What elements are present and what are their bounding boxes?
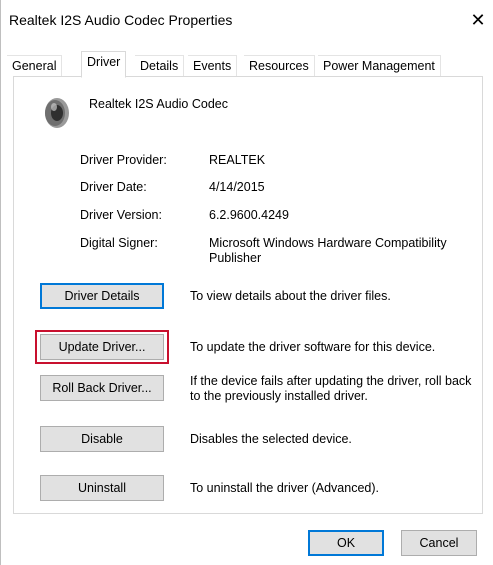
digital-signer-label: Digital Signer: bbox=[80, 236, 158, 250]
driver-provider-label: Driver Provider: bbox=[80, 153, 167, 167]
tab-details[interactable]: Details bbox=[135, 55, 185, 77]
update-driver-button[interactable]: Update Driver... bbox=[40, 334, 164, 360]
driver-date-value: 4/14/2015 bbox=[209, 180, 265, 194]
window-title: Realtek I2S Audio Codec Properties bbox=[9, 12, 233, 28]
close-icon[interactable]: ✕ bbox=[467, 10, 489, 32]
driver-version-label: Driver Version: bbox=[80, 208, 162, 222]
title-bar[interactable]: Realtek I2S Audio Codec Properties ✕ bbox=[1, 0, 493, 44]
driver-version-value: 6.2.9600.4249 bbox=[209, 208, 289, 222]
tab-resources[interactable]: Resources bbox=[244, 55, 315, 77]
update-driver-description: To update the driver software for this d… bbox=[190, 340, 436, 354]
digital-signer-value: Microsoft Windows Hardware Compatibility… bbox=[209, 236, 447, 265]
roll-back-driver-description: If the device fails after updating the d… bbox=[190, 374, 472, 403]
driver-details-button[interactable]: Driver Details bbox=[40, 283, 164, 309]
cancel-button[interactable]: Cancel bbox=[401, 530, 477, 556]
ok-button[interactable]: OK bbox=[308, 530, 384, 556]
driver-tab-panel: Realtek I2S Audio Codec Driver Provider:… bbox=[13, 76, 483, 514]
roll-back-driver-button[interactable]: Roll Back Driver... bbox=[40, 375, 164, 401]
driver-provider-value: REALTEK bbox=[209, 153, 266, 167]
properties-dialog: Realtek I2S Audio Codec Properties ✕ Gen… bbox=[0, 0, 493, 565]
tab-driver[interactable]: Driver bbox=[81, 51, 127, 78]
disable-button[interactable]: Disable bbox=[40, 426, 164, 452]
driver-date-label: Driver Date: bbox=[80, 180, 147, 194]
dialog-footer: OK Cancel bbox=[1, 516, 493, 565]
driver-details-description: To view details about the driver files. bbox=[190, 289, 391, 303]
tab-events[interactable]: Events bbox=[188, 55, 238, 77]
device-name: Realtek I2S Audio Codec bbox=[89, 97, 228, 111]
disable-description: Disables the selected device. bbox=[190, 432, 352, 446]
tab-power-management[interactable]: Power Management bbox=[318, 55, 441, 77]
uninstall-description: To uninstall the driver (Advanced). bbox=[190, 481, 379, 495]
speaker-icon bbox=[40, 93, 76, 133]
uninstall-button[interactable]: Uninstall bbox=[40, 475, 164, 501]
tab-general[interactable]: General bbox=[7, 55, 63, 77]
tab-strip: General Driver Details Events Resources … bbox=[7, 47, 489, 78]
